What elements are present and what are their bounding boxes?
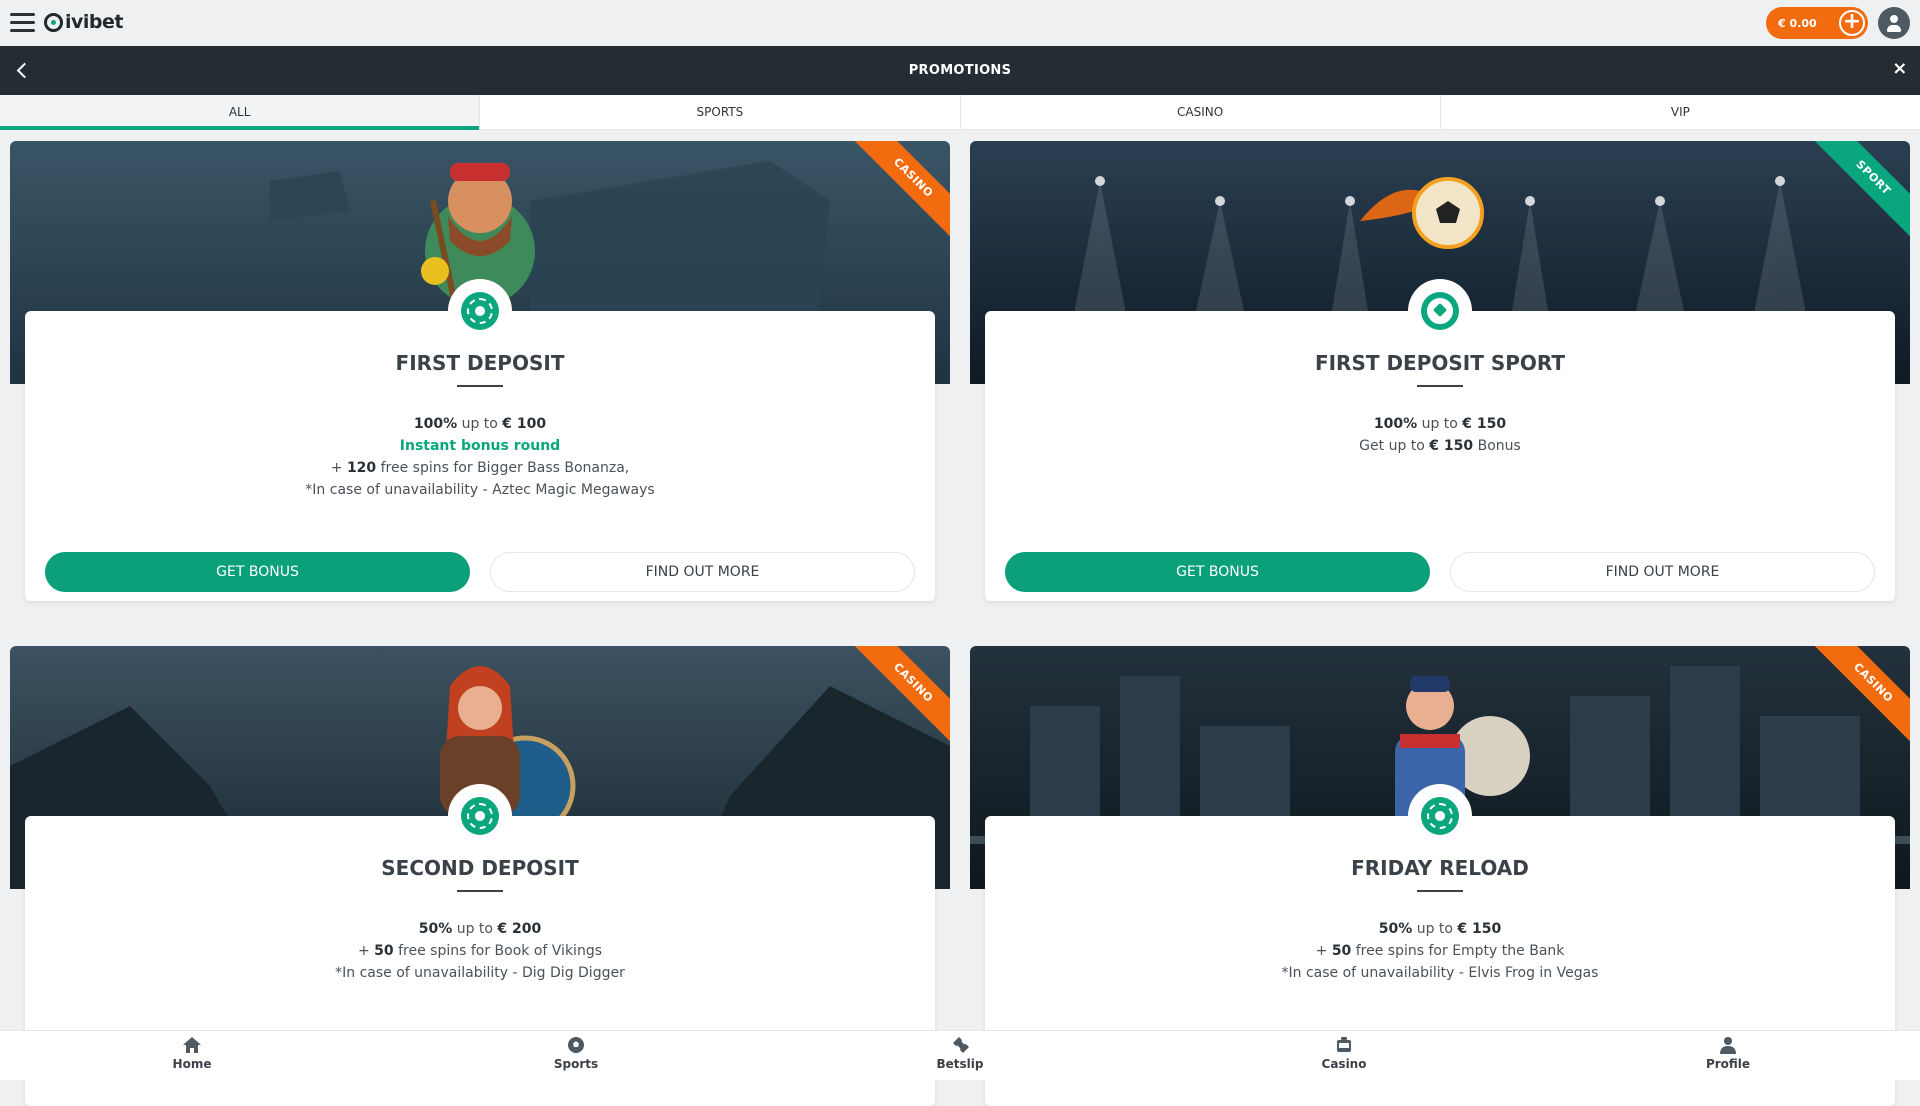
free-spins-text: free spins for Bigger Bass Bonanza,	[376, 460, 630, 476]
title-divider	[1417, 385, 1463, 387]
casino-chip-icon	[461, 292, 499, 330]
get-bonus-button[interactable]: GET BONUS	[1005, 552, 1430, 592]
bottom-navigation: Home Sports Betslip Casino Profile	[0, 1030, 1920, 1080]
soccer-ball-icon	[568, 1037, 584, 1053]
badge	[1408, 784, 1472, 848]
bonus-amount: € 200	[497, 921, 542, 937]
promo-panel: FIRST DEPOSIT SPORT 100% up to € 150 Get…	[985, 279, 1895, 601]
slot-machine-icon	[1337, 1037, 1351, 1052]
nav-label: Betslip	[936, 1057, 984, 1071]
logo-mark-icon	[44, 12, 63, 32]
find-out-more-button[interactable]: FIND OUT MORE	[1450, 552, 1875, 592]
title-divider	[1417, 890, 1463, 892]
text: up to	[1417, 416, 1463, 432]
logo[interactable]: ivibet	[44, 11, 123, 33]
logo-text: ivibet	[65, 11, 123, 33]
text: +	[1315, 943, 1332, 959]
text: up to	[1412, 921, 1458, 937]
bonus-percent: 100%	[413, 416, 458, 432]
bonus-amount: € 150	[1457, 921, 1502, 937]
bonus-amount: € 100	[502, 416, 547, 432]
free-spins-count: 120	[346, 460, 377, 476]
nav-betslip[interactable]: Betslip	[768, 1031, 1152, 1080]
title-divider	[457, 385, 503, 387]
bonus-percent: 100%	[1373, 416, 1418, 432]
promo-card-first-deposit: CASINO FIRST DEPOSIT 100% up to € 100 In…	[10, 141, 950, 601]
nav-label: Profile	[1705, 1057, 1751, 1071]
instant-bonus-text: Instant bonus round	[399, 438, 561, 454]
top-bar: ivibet € 0.00 +	[0, 0, 1920, 46]
tab-all[interactable]: ALL	[0, 95, 481, 130]
promo-title: FRIDAY RELOAD	[1351, 856, 1529, 880]
bonus-amount: € 150	[1429, 438, 1474, 454]
nav-label: Home	[172, 1057, 212, 1071]
free-spins-text: free spins for Empty the Bank	[1351, 943, 1565, 959]
home-icon	[183, 1037, 201, 1053]
unavailability-note: *In case of unavailability - Aztec Magic…	[305, 482, 655, 498]
tab-casino[interactable]: CASINO	[961, 95, 1441, 129]
close-icon[interactable]: ×	[1890, 59, 1910, 79]
promo-card-first-deposit-sport: SPORT FIRST DEPOSIT SPORT 100% up to € 1…	[970, 141, 1910, 601]
nav-casino[interactable]: Casino	[1152, 1031, 1536, 1080]
hamburger-menu-icon[interactable]	[10, 13, 35, 33]
bonus-percent: 50%	[418, 921, 453, 937]
unavailability-note: *In case of unavailability - Dig Dig Dig…	[335, 965, 625, 981]
back-arrow-icon[interactable]	[14, 60, 34, 80]
user-icon	[1720, 1037, 1736, 1054]
balance-amount: € 0.00	[1778, 16, 1817, 30]
free-spins-text: free spins for Book of Vikings	[393, 943, 602, 959]
promo-description: 50% up to € 150 + 50 free spins for Empt…	[985, 918, 1895, 984]
promo-description: 100% up to € 150 Get up to € 150 Bonus	[985, 413, 1895, 457]
badge	[1408, 279, 1472, 343]
page-title: PROMOTIONS	[908, 63, 1012, 78]
free-spins-count: 50	[374, 943, 394, 959]
nav-label: Casino	[1321, 1057, 1367, 1071]
promo-description: 50% up to € 200 + 50 free spins for Book…	[25, 918, 935, 984]
ticket-icon	[953, 1037, 969, 1053]
casino-chip-icon	[1421, 797, 1459, 835]
text: up to	[457, 416, 503, 432]
get-bonus-button[interactable]: GET BONUS	[45, 552, 470, 592]
nav-sports[interactable]: Sports	[384, 1031, 768, 1080]
promo-title: FIRST DEPOSIT	[395, 351, 565, 375]
free-spins-count: 50	[1331, 943, 1352, 959]
nav-home[interactable]: Home	[0, 1031, 384, 1080]
text: up to	[452, 921, 498, 937]
find-out-more-button[interactable]: FIND OUT MORE	[490, 552, 915, 592]
promo-panel: FIRST DEPOSIT 100% up to € 100 Instant b…	[25, 279, 935, 601]
promo-title: SECOND DEPOSIT	[381, 856, 579, 880]
bonus-percent: 50%	[1378, 921, 1413, 937]
balance-button[interactable]: € 0.00 +	[1766, 7, 1868, 39]
text: +	[357, 943, 375, 959]
badge	[448, 279, 512, 343]
plus-icon[interactable]: +	[1839, 10, 1865, 36]
promo-title: FIRST DEPOSIT SPORT	[1314, 351, 1566, 375]
tab-sports[interactable]: SPORTS	[480, 95, 961, 129]
text: Bonus	[1473, 438, 1521, 454]
soccer-ball-icon	[1421, 292, 1459, 330]
nav-label: Sports	[553, 1057, 599, 1071]
text: +	[330, 460, 347, 476]
promotion-tabs: ALL SPORTS CASINO VIP	[0, 95, 1920, 130]
promo-description: 100% up to € 100 Instant bonus round + 1…	[25, 413, 935, 501]
casino-chip-icon	[461, 797, 499, 835]
user-icon[interactable]	[1878, 7, 1910, 39]
badge	[448, 784, 512, 848]
bonus-amount: € 150	[1462, 416, 1507, 432]
title-divider	[457, 890, 503, 892]
promotions-header: PROMOTIONS ×	[0, 46, 1920, 95]
unavailability-note: *In case of unavailability - Elvis Frog …	[1281, 965, 1599, 981]
text: Get up to	[1359, 438, 1430, 454]
tab-vip[interactable]: VIP	[1441, 95, 1920, 129]
nav-profile[interactable]: Profile	[1536, 1031, 1920, 1080]
